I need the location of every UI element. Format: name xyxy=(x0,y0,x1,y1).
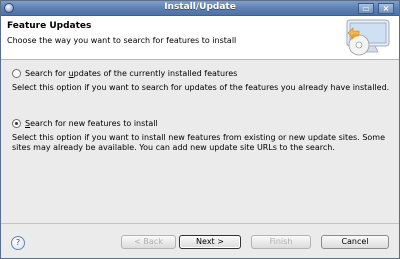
header-banner: Feature Updates Choose the way you want … xyxy=(1,16,399,60)
search-updates-description: Select this option if you want to search… xyxy=(12,83,390,92)
search-new-features-description: Select this option if you want to instal… xyxy=(12,133,385,152)
back-button[interactable]: < Back xyxy=(121,235,176,249)
search-new-features-option[interactable]: Search for new features to install xyxy=(12,119,158,128)
search-new-features-label[interactable]: Search for new features to install xyxy=(25,119,158,128)
help-button[interactable]: ? xyxy=(11,236,25,250)
minimize-button[interactable]: ▭ xyxy=(358,3,374,14)
page-subtitle: Choose the way you want to search for fe… xyxy=(7,36,237,45)
install-update-dialog: Install/Update ▭ × Feature Updates Choos… xyxy=(0,0,400,259)
search-updates-option[interactable]: Search for updates of the currently inst… xyxy=(12,69,237,78)
monitor-cd-icon xyxy=(346,19,390,56)
window-title: Install/Update xyxy=(164,2,236,12)
finish-button[interactable]: Finish xyxy=(251,235,311,249)
title-bar[interactable]: Install/Update ▭ × xyxy=(1,1,399,16)
cancel-button[interactable]: Cancel xyxy=(321,235,389,249)
button-bar-separator xyxy=(1,223,399,224)
search-updates-radio[interactable] xyxy=(12,69,21,78)
search-new-features-radio[interactable] xyxy=(12,119,21,128)
close-button[interactable]: × xyxy=(378,3,394,14)
search-updates-label[interactable]: Search for updates of the currently inst… xyxy=(25,69,237,78)
next-button[interactable]: Next > xyxy=(179,235,241,249)
page-title: Feature Updates xyxy=(7,21,92,31)
